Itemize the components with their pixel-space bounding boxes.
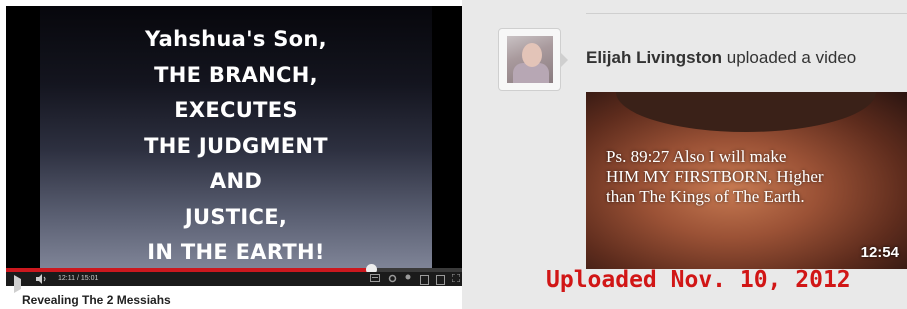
feed-headline: Elijah Livingston uploaded a video	[586, 48, 856, 68]
video-player[interactable]: Yahshua's Son, THE BRANCH, EXECUTES THE …	[6, 6, 462, 293]
play-icon[interactable]	[14, 275, 21, 293]
captions-icon[interactable]	[370, 274, 380, 284]
large-player-icon[interactable]	[436, 275, 445, 285]
slide-line: THE JUDGMENT	[144, 133, 328, 158]
speech-pointer	[561, 53, 568, 67]
popout-icon[interactable]	[420, 275, 429, 285]
slide-line: THE BRANCH,	[154, 62, 318, 87]
annotations-icon[interactable]	[405, 274, 411, 284]
quote-line: than The Kings of The Earth.	[606, 187, 805, 206]
quote-line: HIM MY FIRSTBORN, Higher	[606, 167, 824, 186]
gear-icon[interactable]	[388, 274, 397, 284]
player-controls: 12:11 / 15:01	[6, 272, 462, 293]
time-display: 12:11 / 15:01	[58, 275, 99, 282]
volume-icon[interactable]	[36, 274, 48, 284]
quote-line: Ps. 89:27 Also I will make	[606, 147, 787, 166]
thumbnail-quote: Ps. 89:27 Also I will make HIM MY FIRSTB…	[606, 147, 906, 207]
avatar[interactable]	[507, 36, 553, 83]
slide-line: AND	[209, 169, 263, 193]
activity-feed-item: Elijah Livingston uploaded a video Ps. 8…	[462, 0, 907, 309]
video-frame[interactable]: Yahshua's Son, THE BRANCH, EXECUTES THE …	[40, 6, 432, 268]
avatar-frame[interactable]	[498, 28, 561, 91]
user-name-link[interactable]: Elijah Livingston	[586, 48, 722, 67]
fullscreen-icon[interactable]	[451, 273, 461, 284]
video-title[interactable]: Revealing The 2 Messiahs	[22, 293, 171, 307]
slide-line: JUSTICE,	[184, 204, 288, 229]
thumbnail-shading	[616, 92, 876, 132]
slide-line: EXECUTES	[174, 98, 298, 122]
avatar-face-shape	[522, 43, 542, 67]
video-thumbnail[interactable]: Ps. 89:27 Also I will make HIM MY FIRSTB…	[586, 92, 907, 269]
slide-text: Yahshua's Son, THE BRANCH, EXECUTES THE …	[40, 22, 432, 271]
upload-date-annotation: Uploaded Nov. 10, 2012	[546, 267, 851, 293]
video-player-panel: Yahshua's Son, THE BRANCH, EXECUTES THE …	[0, 0, 462, 309]
feed-action-text: uploaded a video	[722, 48, 857, 67]
slide-line: Yahshua's Son,	[145, 27, 327, 51]
video-duration-badge: 12:54	[860, 244, 899, 261]
divider	[586, 13, 907, 14]
